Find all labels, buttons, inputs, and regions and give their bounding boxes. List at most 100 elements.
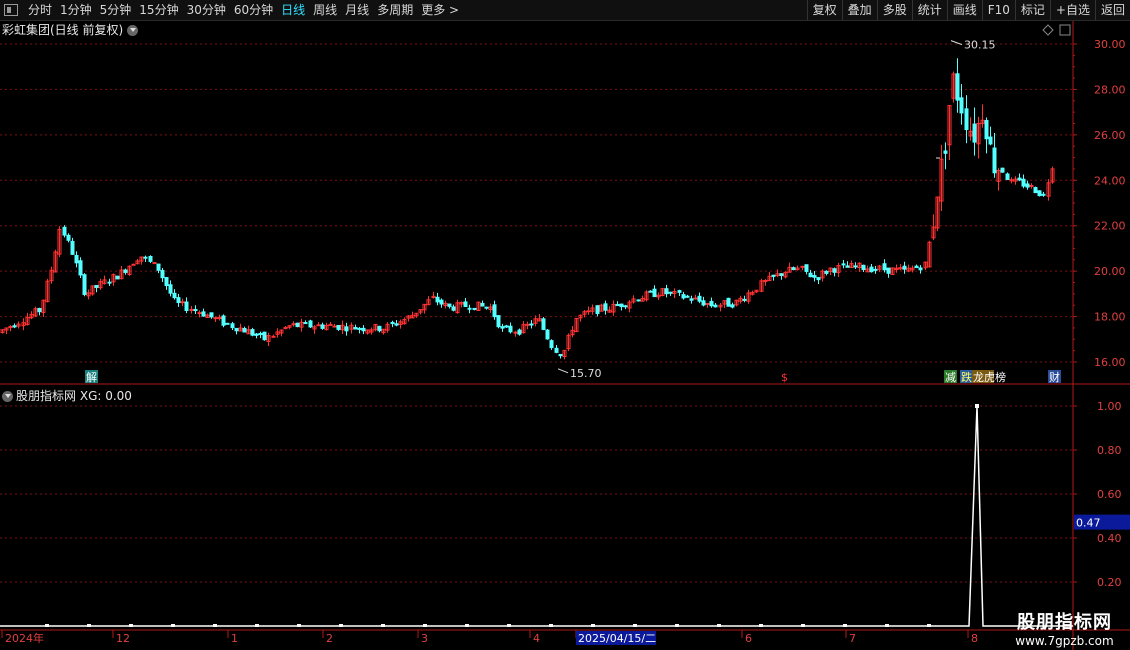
candle-down	[221, 315, 226, 326]
candle-down	[964, 108, 969, 131]
x-tick-label: 2024年	[5, 631, 44, 645]
candle-down	[984, 120, 989, 140]
candle-down	[517, 329, 522, 335]
candle-down	[554, 347, 559, 353]
candle-down	[972, 123, 977, 143]
candle-down	[115, 275, 120, 280]
xg-baseline-dot	[507, 624, 511, 627]
candle-down	[804, 264, 809, 272]
candle-down	[463, 301, 468, 308]
candle-up	[332, 325, 337, 328]
xg-baseline-dot	[843, 624, 847, 627]
xg-baseline-dot	[45, 624, 49, 627]
candle-down	[1041, 193, 1046, 196]
candle-down	[262, 331, 267, 341]
watermark: 股朋指标网 www.7gpzb.com	[1007, 608, 1122, 648]
candle-down	[943, 150, 948, 154]
xg-baseline-dot	[297, 624, 301, 627]
candle-down	[353, 327, 358, 330]
xg-baseline-dot	[717, 624, 721, 627]
candle-down	[435, 296, 440, 303]
xg-baseline-dot	[423, 624, 427, 627]
candle-down	[143, 256, 148, 259]
candle-down	[472, 307, 477, 311]
candle-down	[344, 326, 349, 332]
chart-canvas[interactable]: 30.00 28.00 26.00 24.00 22.00 20.00 18.00 16.00…	[0, 0, 1130, 650]
x-tick-label: 2	[326, 632, 333, 645]
candle-down	[320, 324, 325, 329]
candle-down	[184, 301, 189, 311]
candle-down	[447, 303, 452, 307]
candle-up	[180, 301, 185, 304]
candle-down	[225, 322, 230, 325]
candle-down	[258, 333, 263, 336]
candle-down	[681, 294, 686, 299]
x-tick-label: 3	[421, 632, 428, 645]
candle-down	[816, 277, 821, 281]
candle-down	[812, 275, 817, 278]
candle-up	[693, 297, 698, 300]
ind-y-tick-label: 0.60	[1097, 488, 1122, 501]
xg-baseline-dot	[759, 624, 763, 627]
candle-up	[291, 323, 296, 326]
xg-baseline-dot	[381, 624, 385, 627]
candle-down	[918, 267, 923, 271]
ind-y-tick-label: 1.00	[1097, 400, 1122, 413]
high-price-label: 30.15	[964, 39, 996, 52]
candle-down	[70, 240, 75, 255]
candle-down	[62, 226, 67, 236]
candle-down	[841, 263, 846, 266]
candle-down	[176, 297, 181, 304]
xg-baseline-dot	[675, 624, 679, 627]
candle-down	[492, 304, 497, 318]
diamond-icon[interactable]	[1042, 24, 1054, 36]
candle-down	[164, 277, 169, 287]
candle-up	[586, 310, 591, 313]
xg-baseline-dot	[927, 624, 931, 627]
candle-down	[1005, 173, 1010, 180]
y-tick-label: 16.00	[1094, 356, 1126, 369]
xg-baseline-dot	[213, 624, 217, 627]
candle-down	[636, 299, 641, 302]
candle-up	[197, 312, 202, 315]
candle-down	[853, 265, 858, 268]
date-cursor-text: 2025/04/15/二	[578, 632, 656, 645]
candle-down	[250, 329, 255, 336]
candle-down	[845, 265, 850, 268]
chevron-down-icon[interactable]	[127, 25, 139, 36]
event-marker: 跌	[961, 370, 972, 384]
low-pointer	[557, 368, 569, 374]
candle-down	[504, 325, 509, 328]
candle-down	[172, 292, 177, 299]
xg-baseline-dot	[129, 624, 133, 627]
candle-down	[955, 73, 960, 101]
xg-spike-point	[975, 404, 979, 408]
x-tick-label: 6	[745, 632, 752, 645]
ind-y-tick-label: 0.40	[1097, 532, 1122, 545]
current-value-text: 0.47	[1076, 517, 1101, 530]
event-marker: 龙虎榜	[973, 370, 1006, 384]
candle-down	[201, 311, 206, 317]
candle-down	[66, 234, 71, 241]
candle-down	[394, 323, 399, 326]
y-tick-label: 24.00	[1094, 174, 1126, 187]
candle-down	[508, 325, 513, 333]
xg-baseline-dot	[87, 624, 91, 627]
stock-name-label: 彩虹集团(日线 前复权)	[2, 23, 124, 37]
candle-down	[558, 353, 563, 357]
candle-down	[697, 295, 702, 302]
candle-down	[160, 270, 165, 279]
y-tick-label: 28.00	[1094, 83, 1126, 96]
xg-baseline-dot	[549, 624, 553, 627]
candle-up	[213, 317, 218, 320]
candle-down	[648, 290, 653, 293]
candle-down	[1037, 190, 1042, 197]
candle-down	[193, 308, 198, 312]
xg-baseline-dot	[885, 624, 889, 627]
candle-down	[730, 304, 735, 308]
panel-toggle-icon[interactable]	[1059, 24, 1071, 36]
candle-down	[726, 297, 731, 307]
candle-down	[988, 136, 993, 145]
chevron-down-icon[interactable]	[2, 391, 13, 402]
candle-down	[886, 267, 891, 274]
